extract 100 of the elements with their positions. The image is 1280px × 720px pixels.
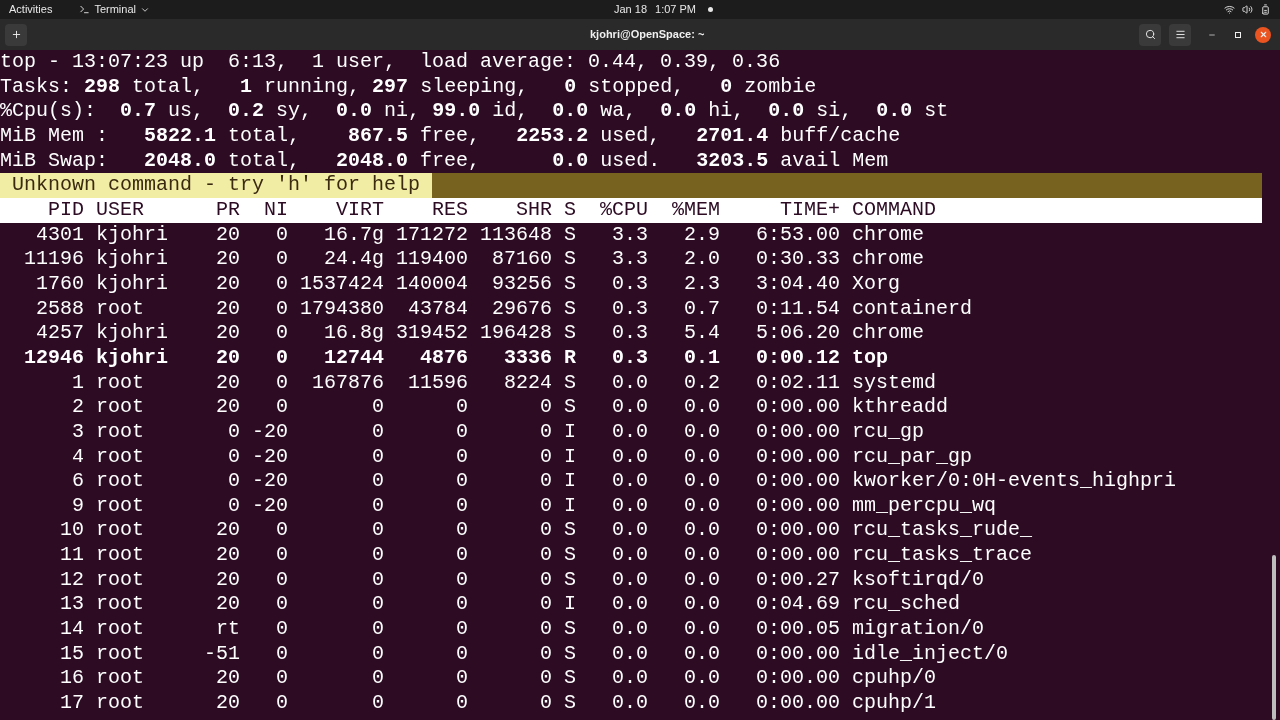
table-cell-text: 0.0 — [683, 691, 721, 716]
table-cell-text: 0 — [275, 395, 288, 420]
table-cell-text: 0 — [539, 518, 553, 544]
table-cell-text: 0 — [275, 345, 288, 371]
column-header: NI — [263, 197, 288, 223]
table-cell-text: 0 — [455, 395, 469, 420]
table-cell-text: 16.8g — [323, 321, 385, 346]
table-cell-text: 87160 — [491, 247, 553, 272]
table-cell-text: 24.4g — [323, 247, 385, 272]
table-cell-text: rt — [215, 617, 240, 642]
table-cell-text: I — [563, 592, 577, 618]
table-cell-text: 0 — [455, 543, 469, 568]
table-cell-text: 0.0 — [611, 370, 649, 396]
terminal-icon — [79, 4, 91, 15]
table-cell-text: 0 — [455, 469, 469, 494]
battery-icon[interactable] — [1260, 4, 1271, 15]
table-cell-text: 11596 — [407, 370, 469, 396]
search-button[interactable] — [1139, 23, 1161, 46]
table-cell-text: 0.0 — [611, 444, 649, 470]
table-cell-text: 0.0 — [611, 469, 649, 494]
table-cell-text: 2588 — [35, 296, 84, 322]
table-cell-text: root — [95, 543, 145, 568]
table-cell-text: top — [851, 345, 889, 371]
scrollbar[interactable] — [1272, 555, 1276, 720]
table-cell-text: root — [95, 370, 145, 396]
table-cell-text: 20 — [215, 543, 240, 568]
table-cell-text: 0 — [275, 271, 288, 297]
table-cell-text: 93256 — [491, 271, 553, 297]
table-cell-text: ksoftirqd/0 — [851, 567, 985, 593]
table-cell-text: -20 — [251, 444, 288, 470]
table-cell-text: root — [95, 493, 145, 519]
table-cell-text: 0.0 — [611, 567, 649, 593]
table-cell-text: 0 — [275, 617, 288, 642]
wifi-icon[interactable] — [1224, 4, 1235, 15]
column-header: S — [563, 197, 577, 223]
table-cell-text: 0 — [275, 592, 288, 618]
table-cell-text: 0 — [539, 666, 553, 692]
close-button[interactable] — [1255, 26, 1271, 43]
table-cell-text: 2.9 — [683, 222, 721, 248]
table-cell-text: rcu_tasks_trace — [851, 543, 1033, 568]
search-icon — [1144, 29, 1156, 40]
column-header: %MEM — [671, 197, 721, 223]
table-cell-text: 2.0 — [683, 247, 721, 272]
table-cell-text: 0 — [455, 419, 469, 445]
menu-button[interactable] — [1169, 23, 1191, 46]
table-cell-text: root — [95, 395, 145, 420]
table-cell-text: 6 — [71, 469, 84, 494]
table-cell-text: 15 — [59, 641, 84, 667]
table-cell-text: 0 — [275, 666, 288, 692]
table-cell-text: S — [563, 691, 577, 716]
table-cell-text: 3.3 — [611, 247, 649, 272]
clock-date[interactable]: Jan 18 — [614, 1, 648, 18]
column-header: PR — [215, 197, 240, 223]
table-cell-text: Xorg — [851, 271, 901, 297]
table-cell-text: 0:00.00 — [755, 444, 841, 470]
table-cell-text: 0:00.12 — [755, 345, 841, 371]
table-cell-text: 0.0 — [683, 567, 721, 593]
table-cell-text: 1537424 — [299, 271, 385, 297]
window-title: kjohri@OpenSpace: ~ — [590, 27, 705, 43]
table-cell-text: 0 — [371, 419, 385, 445]
app-menu[interactable]: Terminal — [79, 1, 150, 18]
table-cell-text: 0 — [371, 518, 385, 544]
table-cell-text: 0.0 — [611, 543, 649, 568]
table-cell-text: 0 — [275, 370, 288, 396]
table-cell-text: 0 — [371, 493, 385, 519]
table-cell-text: 0.0 — [611, 419, 649, 445]
column-header: %CPU — [599, 197, 649, 223]
table-cell-text: 319452 — [395, 321, 469, 346]
table-cell-text: root — [95, 641, 145, 667]
table-cell-text: cpuhp/1 — [851, 691, 937, 716]
table-cell-text: 11196 — [23, 247, 84, 272]
table-cell-text: 12946 — [23, 345, 84, 371]
table-cell-text: 0.0 — [683, 444, 721, 470]
table-cell-text: 0:00.00 — [755, 469, 841, 494]
table-cell-text: 0.0 — [683, 543, 721, 568]
status-message: Unknown command - try 'h' for help — [0, 173, 433, 198]
table-cell-text: 0.1 — [683, 345, 721, 371]
table-cell-text: 0:00.00 — [755, 691, 841, 716]
table-cell-text: 20 — [215, 567, 240, 593]
table-cell-text: 0.0 — [683, 617, 721, 642]
table-cell-text: rcu_sched — [851, 592, 961, 618]
table-cell-text: root — [95, 617, 145, 642]
new-tab-icon — [10, 29, 22, 40]
clock-time[interactable]: 1:07 PM — [655, 1, 696, 18]
table-cell-text: S — [563, 567, 577, 593]
table-cell-text: 0:11.54 — [755, 296, 841, 322]
table-cell-text: 0 — [539, 641, 553, 667]
table-cell-text: 0:02.11 — [755, 370, 841, 396]
volume-icon[interactable] — [1242, 4, 1253, 15]
activities-button[interactable]: Activities — [9, 1, 53, 18]
table-cell-text: 0 — [371, 641, 385, 667]
table-cell-text: 0 — [455, 641, 469, 667]
table-cell-text: S — [563, 666, 577, 692]
table-cell-text: 4301 — [35, 222, 84, 248]
table-cell-text: 0 — [227, 444, 240, 470]
table-cell-text: I — [563, 419, 577, 445]
table-cell-text: S — [563, 321, 577, 346]
table-cell-text: 0.0 — [611, 395, 649, 420]
table-cell-text: -20 — [251, 419, 288, 445]
new-tab-button[interactable] — [5, 23, 27, 46]
